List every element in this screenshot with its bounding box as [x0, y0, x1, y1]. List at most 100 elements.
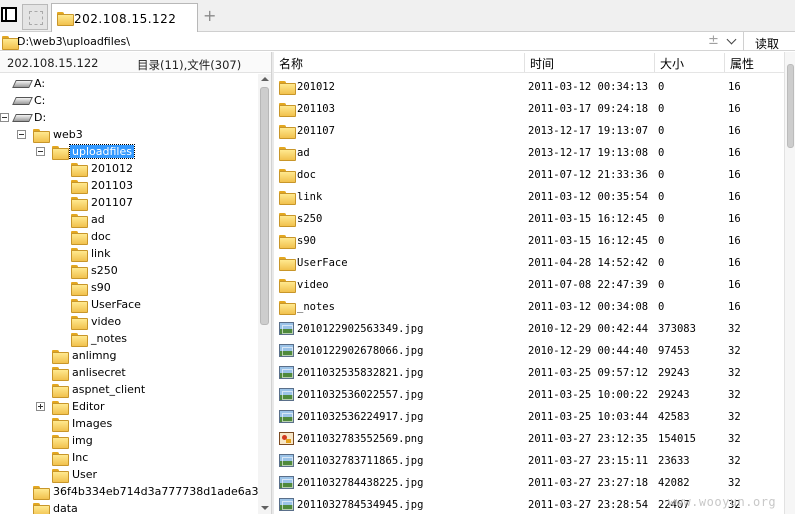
drive-icon: [14, 95, 30, 105]
table-row[interactable]: UserFace 2011-04-28 14:52:42 0 16: [274, 252, 784, 274]
tree-item[interactable]: uploadfiles: [0, 143, 258, 160]
table-row[interactable]: 2011032783711865.jpg 2011-03-27 23:15:11 2…: [274, 450, 784, 472]
tree-item-label: aspnet_client: [72, 383, 146, 396]
tab-active[interactable]: 202.108.15.122: [51, 3, 198, 32]
table-row[interactable]: 2011032536224917.jpg 2011-03-25 10:03:44 4…: [274, 406, 784, 428]
tree-item[interactable]: link: [0, 245, 258, 262]
folder-icon: [279, 213, 296, 227]
tree-item[interactable]: A:: [0, 75, 258, 92]
tree-item[interactable]: 201103: [0, 177, 258, 194]
tree-item[interactable]: 36f4b334eb714d3a777738d1ade6a3: [0, 483, 258, 500]
file-attr: 16: [728, 103, 741, 115]
tree-item[interactable]: _notes: [0, 330, 258, 347]
address-path-input[interactable]: D:\web3\uploadfiles\: [17, 35, 130, 48]
tree-scrollbar[interactable]: [258, 74, 271, 514]
table-row[interactable]: 2011032536022557.jpg 2011-03-25 10:00:22 2…: [274, 384, 784, 406]
column-header-name[interactable]: 名称: [279, 55, 303, 72]
tree-item[interactable]: ad: [0, 211, 258, 228]
table-row[interactable]: 2011032783552569.png 2011-03-27 23:12:35 1…: [274, 428, 784, 450]
scroll-up-icon[interactable]: [261, 77, 269, 81]
tree-item[interactable]: Images: [0, 415, 258, 432]
image-file-icon: [279, 366, 294, 379]
file-name: s250: [297, 213, 323, 225]
tree-item[interactable]: video: [0, 313, 258, 330]
table-row[interactable]: _notes 2011-03-12 00:34:08 0 16: [274, 296, 784, 318]
tree-item-label: D:: [34, 111, 47, 124]
table-row[interactable]: 201107 2013-12-17 19:13:07 0 16: [274, 120, 784, 142]
blank-tab-icon[interactable]: [22, 4, 48, 30]
file-time: 2011-03-12 00:34:13: [528, 81, 649, 93]
table-row[interactable]: 2010122902563349.jpg 2010-12-29 00:42:44 3…: [274, 318, 784, 340]
collapse-icon[interactable]: [0, 113, 9, 122]
table-row[interactable]: 2011032784438225.jpg 2011-03-27 23:27:18 4…: [274, 472, 784, 494]
table-row[interactable]: s250 2011-03-15 16:12:45 0 16: [274, 208, 784, 230]
scroll-thumb[interactable]: [260, 87, 269, 325]
collapse-icon[interactable]: [17, 130, 26, 139]
table-row[interactable]: link 2011-03-12 00:35:54 0 16: [274, 186, 784, 208]
file-attr: 32: [728, 455, 741, 467]
chevron-down-icon[interactable]: [726, 34, 738, 48]
table-row[interactable]: doc 2011-07-12 21:33:36 0 16: [274, 164, 784, 186]
expand-icon[interactable]: [36, 402, 45, 411]
file-size: 0: [658, 81, 665, 93]
table-row[interactable]: video 2011-07-08 22:47:39 0 16: [274, 274, 784, 296]
tree-item[interactable]: Editor: [0, 398, 258, 415]
address-nav-icon[interactable]: ±: [708, 33, 719, 49]
tree-item[interactable]: User: [0, 466, 258, 483]
file-size: 0: [658, 235, 665, 247]
column-header-attr[interactable]: 属性: [730, 55, 754, 72]
file-time: 2011-04-28 14:52:42: [528, 257, 649, 269]
table-row[interactable]: 201012 2011-03-12 00:34:13 0 16: [274, 76, 784, 98]
tree-item-label: uploadfiles: [69, 144, 135, 159]
tree-item[interactable]: aspnet_client: [0, 381, 258, 398]
panel-toggle-icon[interactable]: [1, 7, 17, 22]
file-time: 2011-03-27 23:15:11: [528, 455, 649, 467]
column-divider[interactable]: [654, 53, 655, 72]
file-list-scrollbar[interactable]: [784, 52, 795, 514]
file-name: 2011032783711865.jpg: [297, 455, 424, 467]
tree-item[interactable]: C:: [0, 92, 258, 109]
folder-icon: [279, 147, 296, 161]
table-row[interactable]: 2010122902678066.jpg 2010-12-29 00:44:40 9…: [274, 340, 784, 362]
tree-item-label: web3: [53, 128, 83, 141]
table-row[interactable]: 201103 2011-03-17 09:24:18 0 16: [274, 98, 784, 120]
tree-item[interactable]: s250: [0, 262, 258, 279]
column-header-size[interactable]: 大小: [660, 55, 684, 72]
tree-item[interactable]: doc: [0, 228, 258, 245]
tree-item[interactable]: img: [0, 432, 258, 449]
file-time: 2011-07-12 21:33:36: [528, 169, 649, 181]
file-name: link: [297, 191, 323, 203]
tree-item[interactable]: Inc: [0, 449, 258, 466]
file-time: 2010-12-29 00:42:44: [528, 323, 649, 335]
folder-icon: [33, 503, 50, 514]
table-row[interactable]: ad 2013-12-17 19:13:08 0 16: [274, 142, 784, 164]
folder-icon: [71, 265, 88, 279]
collapse-icon[interactable]: [36, 147, 45, 156]
file-attr: 32: [728, 477, 741, 489]
column-divider[interactable]: [524, 53, 525, 72]
add-tab-button[interactable]: +: [203, 8, 216, 24]
tree-item[interactable]: s90: [0, 279, 258, 296]
tree-item[interactable]: UserFace: [0, 296, 258, 313]
scroll-thumb[interactable]: [787, 64, 794, 148]
tree-item[interactable]: web3: [0, 126, 258, 143]
table-row[interactable]: 2011032535832821.jpg 2011-03-25 09:57:12 2…: [274, 362, 784, 384]
column-divider[interactable]: [724, 53, 725, 72]
tree-item[interactable]: 201107: [0, 194, 258, 211]
column-header-time[interactable]: 时间: [530, 55, 554, 72]
file-size: 97453: [658, 345, 690, 357]
file-attr: 16: [728, 147, 741, 159]
tree-item[interactable]: 201012: [0, 160, 258, 177]
read-button[interactable]: 读取: [755, 35, 779, 52]
tree-item[interactable]: data: [0, 500, 258, 514]
tree-item[interactable]: anlimng: [0, 347, 258, 364]
folder-icon: [52, 401, 69, 415]
scroll-down-icon[interactable]: [261, 506, 269, 510]
table-row[interactable]: s90 2011-03-15 16:12:45 0 16: [274, 230, 784, 252]
file-attr: 32: [728, 389, 741, 401]
file-name: UserFace: [297, 257, 348, 269]
tree-item[interactable]: anlisecret: [0, 364, 258, 381]
tree-item[interactable]: D:: [0, 109, 258, 126]
tree-item-label: 201103: [91, 179, 133, 192]
file-time: 2010-12-29 00:44:40: [528, 345, 649, 357]
